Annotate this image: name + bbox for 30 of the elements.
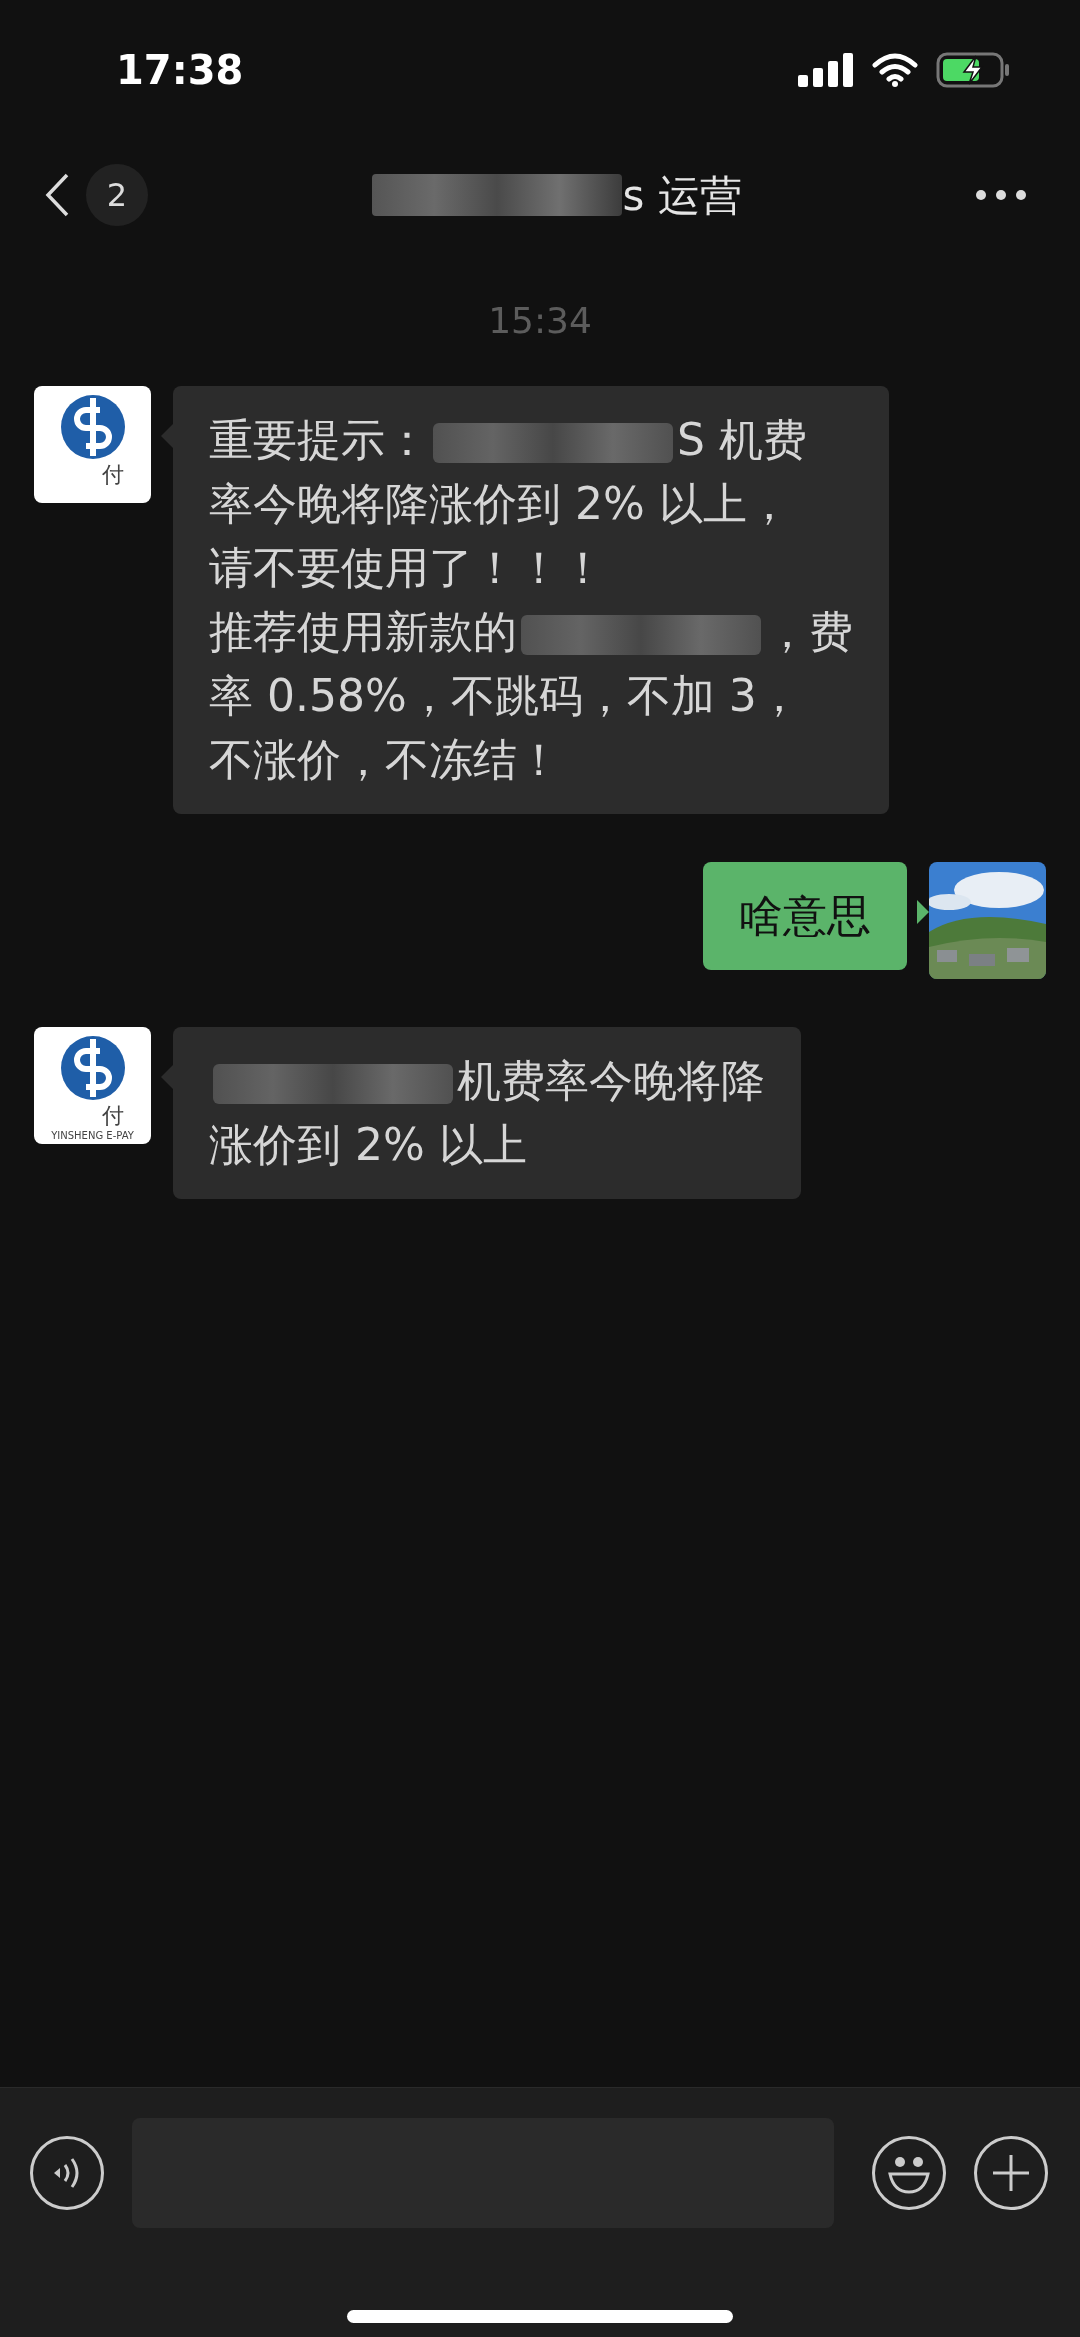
logo-text: 付 xyxy=(101,464,124,486)
add-button[interactable] xyxy=(974,2136,1048,2210)
message-text: ，费 xyxy=(765,606,853,657)
logo-text: 付 xyxy=(101,1105,124,1127)
message-text: 涨价到 2% 以上 xyxy=(209,1119,527,1170)
back-icon xyxy=(44,172,70,218)
timestamp: 15:34 xyxy=(488,299,592,343)
more-icon xyxy=(975,189,1027,201)
message-text: 推荐使用新款的 xyxy=(209,606,517,657)
plus-icon xyxy=(991,2153,1031,2193)
logo-icon xyxy=(59,1035,126,1101)
chat-title: s 运营 xyxy=(622,169,742,222)
message-text: 啥意思 xyxy=(739,890,871,941)
logo-icon xyxy=(59,394,126,460)
message-text: 率 0.58%，不跳码，不加 3， xyxy=(209,670,801,721)
message-text: 请不要使用了！！！ xyxy=(209,542,605,593)
logo-text: YINSHENG E-PAY xyxy=(51,1131,134,1141)
back-button[interactable]: 2 xyxy=(44,164,148,226)
message-text: 率今晚将降涨价到 2% 以上， xyxy=(209,478,791,529)
status-time: 17:38 xyxy=(116,46,244,95)
message-text: 重要提示： xyxy=(209,414,429,465)
battery-icon xyxy=(936,52,1010,88)
voice-button[interactable] xyxy=(30,2136,104,2210)
message-text: 不涨价，不冻结！ xyxy=(209,734,561,785)
emoji-button[interactable] xyxy=(872,2136,946,2210)
message-text: 机费率今晚将降 xyxy=(457,1055,765,1106)
message-text: S 机费 xyxy=(677,414,807,465)
wifi-icon xyxy=(872,53,918,87)
unread-count: 2 xyxy=(86,164,148,226)
signal-icon xyxy=(798,53,854,87)
